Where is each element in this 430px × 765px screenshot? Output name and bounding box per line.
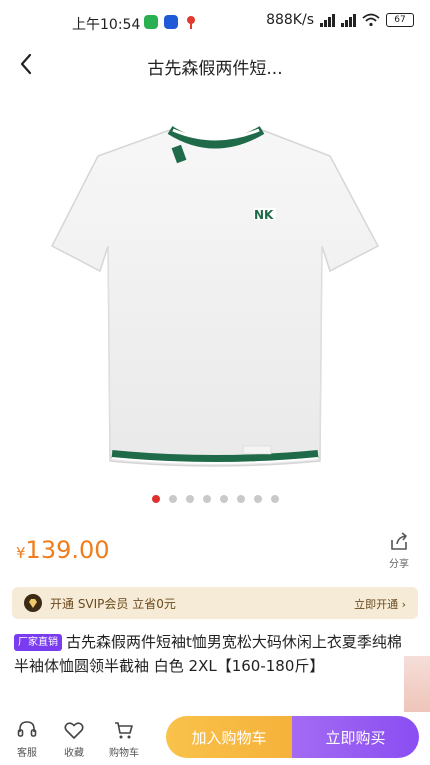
svip-diamond-icon — [24, 594, 42, 612]
product-image[interactable]: NK — [0, 86, 430, 486]
wifi-icon — [362, 13, 380, 27]
location-icon — [184, 15, 198, 29]
share-label: 分享 — [389, 559, 409, 570]
bottom-bar: 客服 收藏 购物车 加入购物车 立即购买 — [0, 713, 430, 765]
page-title: 古先森假两件短... — [147, 59, 283, 79]
carousel-dots — [0, 495, 430, 503]
nk-logo-text: NK — [254, 208, 274, 222]
cart-label: 购物车 — [109, 748, 139, 759]
carousel-dot[interactable] — [202, 495, 211, 503]
price-currency: ¥ — [16, 544, 26, 562]
status-bar: 上午10:54 888K/s 67 — [0, 0, 430, 44]
customer-service-button[interactable]: 客服 — [10, 719, 44, 759]
svip-open-link[interactable]: 立即开通 › — [354, 596, 406, 612]
nav-bar: 古先森假两件短... — [0, 44, 430, 84]
cart-icon — [115, 722, 133, 739]
heart-icon — [64, 722, 84, 739]
app-icon — [164, 15, 178, 29]
signal-2-icon — [341, 13, 356, 27]
white-tshirt-image: NK — [50, 126, 380, 467]
battery-icon: 67 — [386, 13, 414, 27]
carousel-dot[interactable] — [151, 495, 160, 503]
add-to-cart-button[interactable]: 加入购物车 — [166, 716, 292, 758]
floating-thumbnail[interactable] — [404, 656, 430, 712]
svip-text: 开通 SVIP会员 立省0元 — [50, 596, 176, 611]
carousel-dot[interactable] — [168, 495, 177, 503]
carousel-dot[interactable] — [219, 495, 228, 503]
buy-now-button[interactable]: 立即购买 — [292, 716, 419, 758]
wechat-icon — [144, 15, 158, 29]
svip-banner[interactable]: 开通 SVIP会员 立省0元 立即开通 › — [12, 587, 418, 619]
cart-button[interactable]: 购物车 — [107, 719, 141, 759]
share-button[interactable]: 分享 — [388, 530, 410, 570]
product-title: 古先森假两件短袖t恤男宽松大码休闲上衣夏季纯棉半袖体恤圆领半截袖 白色 2XL【… — [14, 633, 402, 675]
carousel-dot[interactable] — [270, 495, 279, 503]
price: ¥139.00 — [16, 536, 110, 564]
favorite-label: 收藏 — [64, 748, 84, 759]
network-speed: 888K/s — [266, 12, 314, 28]
carousel-dot[interactable] — [253, 495, 262, 503]
status-app-icons — [144, 15, 198, 29]
signal-icon — [320, 13, 335, 27]
product-description: 厂家直销 古先森假两件短袖t恤男宽松大码休闲上衣夏季纯棉半袖体恤圆领半截袖 白色 … — [14, 630, 414, 678]
price-value: 139.00 — [25, 536, 110, 564]
customer-service-label: 客服 — [17, 748, 37, 759]
status-right: 888K/s 67 — [266, 12, 414, 28]
share-icon — [391, 532, 407, 550]
headset-icon — [17, 721, 37, 737]
favorite-button[interactable]: 收藏 — [57, 719, 91, 759]
carousel-dot[interactable] — [236, 495, 245, 503]
status-time: 上午10:54 — [72, 17, 141, 33]
carousel-dot[interactable] — [185, 495, 194, 503]
nk-logo: NK — [254, 208, 276, 222]
factory-direct-badge: 厂家直销 — [14, 634, 62, 651]
